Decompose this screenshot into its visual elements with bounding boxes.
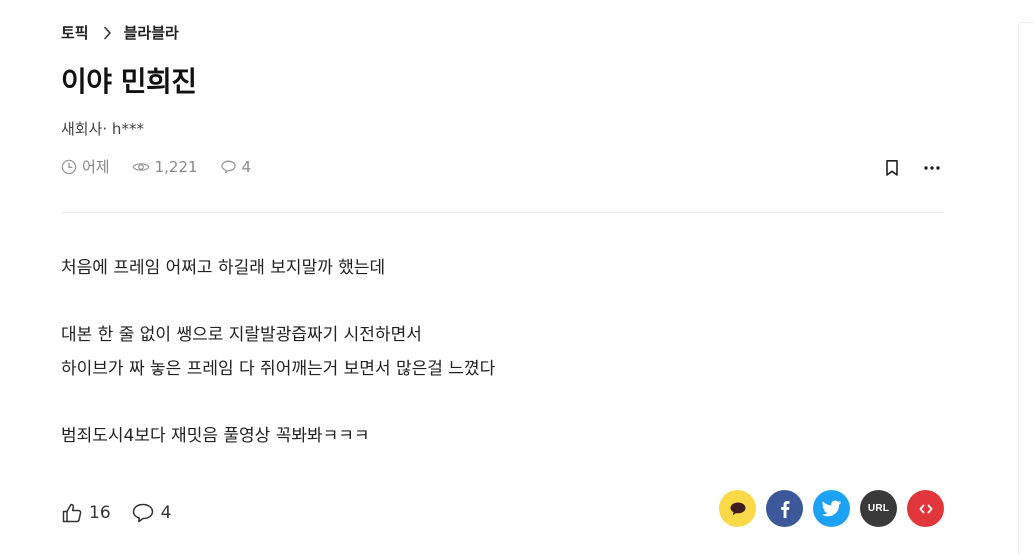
breadcrumb: 토픽 블라블라 [61, 22, 179, 43]
comment-button[interactable]: 4 [131, 502, 172, 524]
code-brackets-icon [919, 504, 932, 513]
post-author[interactable]: 새회사· h*** [61, 118, 144, 139]
kakao-talk-icon [730, 502, 745, 515]
post-body-line: 처음에 프레임 어쩌고 하길래 보지말까 했는데 [61, 258, 386, 278]
more-horizontal-icon [924, 166, 940, 170]
post-body-line: 하이브가 짜 놓은 프레임 다 쥐어깨는거 보면서 많은걸 느꼈다 [61, 358, 496, 379]
post-footer: 16 4 URL [61, 490, 944, 538]
clock-icon [61, 159, 77, 174]
comment-count: 4 [160, 503, 172, 523]
post-body-line: 범죄도시4보다 재밋음 풀영상 꼭봐봐ㅋㅋㅋ [61, 425, 370, 446]
post-body: 처음에 프레임 어쩌고 하길래 보지말까 했는데 대본 한 줄 없이 쌩으로 지… [61, 252, 495, 453]
kakao-share-button[interactable] [719, 490, 756, 527]
embed-code-button[interactable] [907, 490, 944, 527]
twitter-icon [821, 500, 841, 517]
breadcrumb-topic-link[interactable]: 토픽 [61, 22, 89, 43]
facebook-icon [780, 500, 789, 518]
bookmark-button[interactable] [880, 156, 904, 180]
comment-icon [220, 160, 236, 173]
reactions: 16 4 [61, 502, 171, 524]
breadcrumb-current-link[interactable]: 블라블라 [124, 22, 179, 43]
share-buttons: URL [709, 490, 944, 527]
post-body-line: 대본 한 줄 없이 쌩으로 지랄발광즙짜기 시전하면서 [61, 325, 422, 345]
like-button[interactable]: 16 [61, 502, 111, 524]
twitter-share-button[interactable] [813, 490, 850, 527]
url-copy-button[interactable]: URL [860, 490, 897, 527]
divider [61, 212, 944, 213]
post-comments-count: 4 [241, 157, 252, 176]
post-views-count: 1,221 [154, 157, 198, 176]
right-panel-edge [1018, 22, 1034, 554]
post-meta: 어제 1,221 4 [61, 156, 273, 177]
post-views: 1,221 [132, 158, 198, 176]
comment-icon [132, 503, 153, 523]
like-count: 16 [89, 503, 111, 523]
post-time-text: 어제 [82, 158, 110, 176]
more-options-button[interactable] [920, 156, 944, 180]
bookmark-icon [886, 160, 898, 176]
post-comments: 4 [220, 157, 252, 176]
eye-icon [132, 162, 150, 171]
facebook-share-button[interactable] [766, 490, 803, 527]
url-copy-label: URL [867, 503, 890, 514]
thumbs-up-icon [62, 503, 82, 523]
post-actions [880, 156, 944, 180]
post-time: 어제 [61, 156, 110, 177]
post-title: 이야 민희진 [61, 65, 197, 98]
chevron-right-icon [103, 26, 112, 40]
